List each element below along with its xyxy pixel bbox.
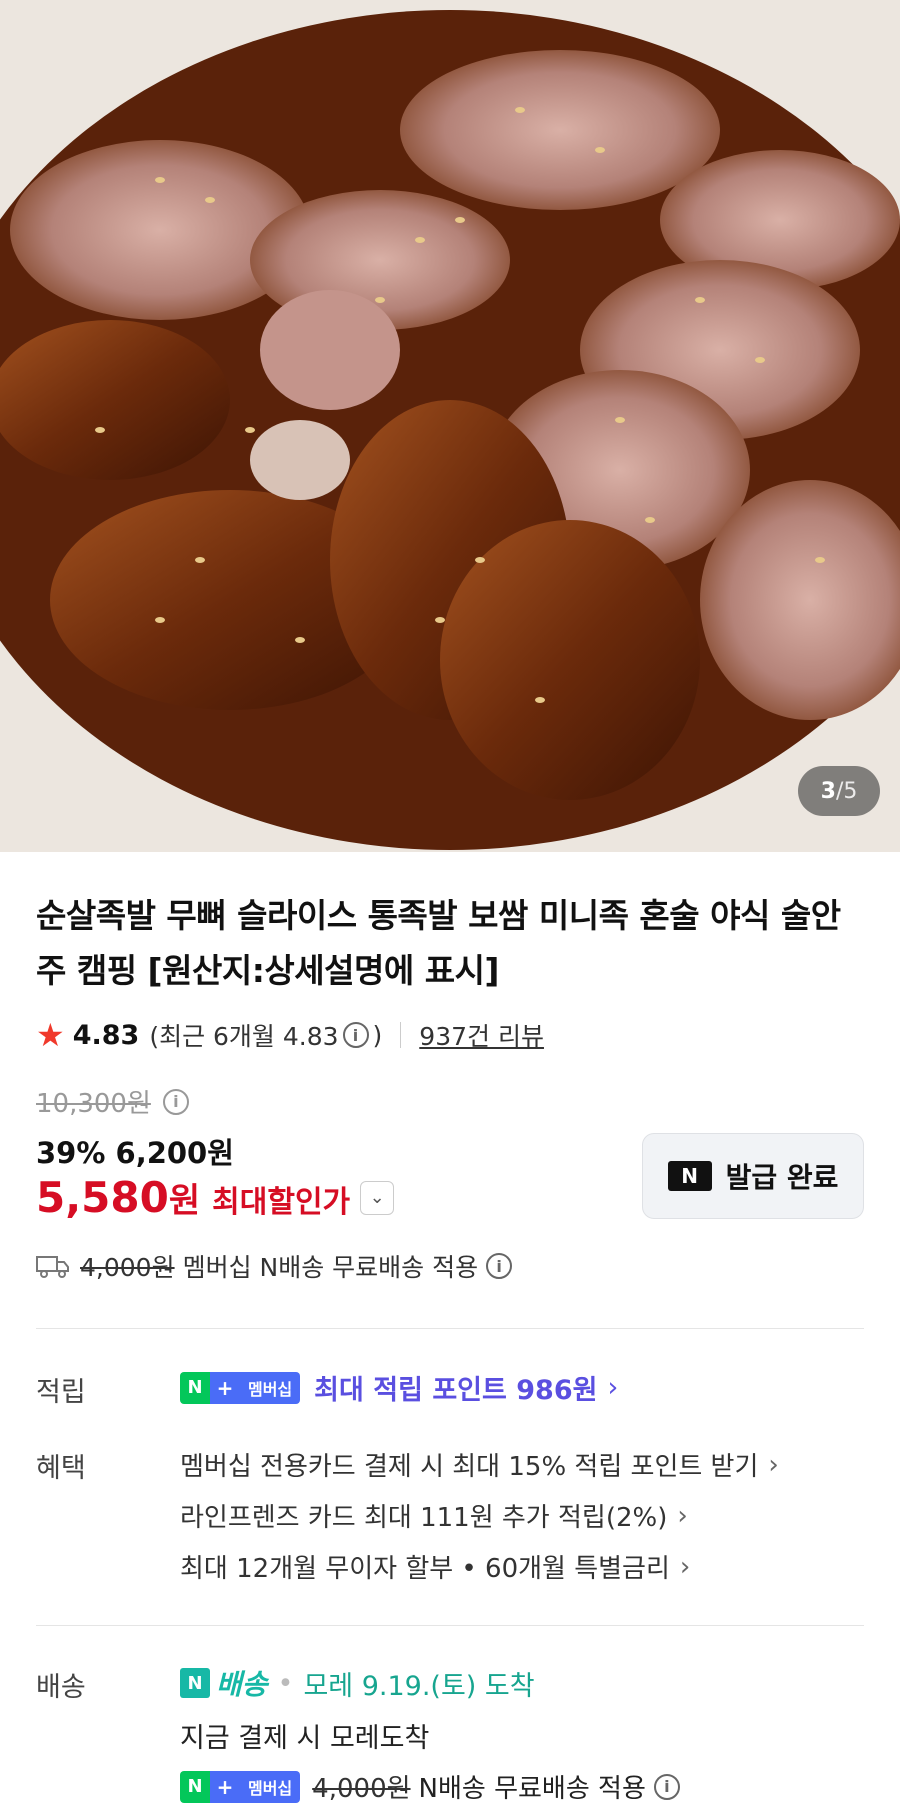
info-icon[interactable]: i <box>162 1088 189 1115</box>
image-counter: 3 / 5 <box>798 766 880 816</box>
benefit-text: 멤버십 전용카드 결제 시 최대 15% 적립 포인트 받기 <box>180 1452 759 1482</box>
image-counter-current: 3 <box>820 778 836 804</box>
membership-badge: N + 멤버십 <box>180 1371 301 1404</box>
truck-icon <box>36 1256 69 1278</box>
delivery-free-text: N배송 무료배송 적용 <box>418 1774 646 1804</box>
badge-plus: + <box>210 1371 240 1404</box>
chevron-down-icon[interactable]: ⌄ <box>360 1180 395 1215</box>
benefit-text: 라인프렌즈 카드 최대 111원 추가 적립(2%) <box>180 1503 668 1533</box>
shipping-row: 4,000원 멤버십 N배송 무료배송 적용 i <box>36 1248 516 1284</box>
star-icon: ★ <box>36 1016 65 1054</box>
image-counter-separator: / <box>835 778 844 804</box>
rating-row: ★ 4.83 (최근 6개월 4.83 i ) 937건 리뷰 <box>36 1015 544 1055</box>
benefits-label: 혜택 <box>36 1453 86 1484</box>
separator-dot: • <box>277 1667 294 1699</box>
benefit-item[interactable]: 최대 12개월 무이자 할부 • 60개월 특별금리 › <box>180 1548 690 1585</box>
original-price: 10,300원 <box>36 1089 151 1119</box>
delivery-fee-original: 4,000원 <box>312 1774 411 1804</box>
section-divider <box>36 1625 864 1626</box>
benefit-item[interactable]: 라인프렌즈 카드 최대 111원 추가 적립(2%) › <box>180 1497 688 1534</box>
final-price: 5,580 <box>36 1173 169 1222</box>
n-delivery-text: 배송 <box>216 1668 268 1701</box>
delivery-fee-row: N + 멤버십 4,000원 N배송 무료배송 적용 i <box>180 1768 684 1805</box>
chevron-right-icon: › <box>768 1449 779 1480</box>
delivery-label: 배송 <box>36 1672 86 1703</box>
accrual-label: 적립 <box>36 1377 86 1408</box>
n-delivery-logo: N 배송 <box>180 1663 268 1703</box>
max-discount-label: 최대할인가 <box>212 1185 351 1220</box>
info-icon[interactable]: i <box>486 1253 513 1279</box>
chevron-right-icon: › <box>679 1551 691 1582</box>
shipping-text: 멤버십 N배송 무료배송 적용 <box>182 1253 479 1282</box>
original-price-row: 10,300원 i <box>36 1083 193 1120</box>
image-counter-total: 5 <box>843 778 858 804</box>
section-divider <box>36 1328 864 1329</box>
coupon-issued-button[interactable]: N 발급 완료 <box>642 1133 864 1219</box>
benefit-text: 최대 12개월 무이자 할부 • 60개월 특별금리 <box>180 1554 670 1584</box>
recent-rating-close: ) <box>372 1020 383 1050</box>
shipping-fee-original: 4,000원 <box>80 1253 175 1282</box>
max-points-link[interactable]: N + 멤버십 최대 적립 포인트 986원 › <box>180 1368 618 1407</box>
food-photo <box>0 0 900 852</box>
product-image[interactable]: 3 / 5 <box>0 0 900 852</box>
product-title: 순살족발 무뼈 슬라이스 통족발 보쌈 미니족 혼술 야식 술안주 캠핑 [원산… <box>36 896 841 990</box>
coupon-button-label: 발급 완료 <box>725 1161 839 1194</box>
rating-score: 4.83 <box>72 1019 140 1051</box>
final-price-unit: 원 <box>168 1181 201 1221</box>
n-logo-icon: N <box>667 1161 712 1191</box>
final-price-row: 5,580 원 최대할인가 ⌄ <box>36 1173 395 1222</box>
review-count-link[interactable]: 937건 리뷰 <box>419 1017 544 1053</box>
recent-rating: (최근 6개월 4.83 <box>149 1022 339 1051</box>
info-icon[interactable]: i <box>653 1773 680 1800</box>
divider <box>400 1022 402 1048</box>
badge-plus: + <box>210 1770 240 1803</box>
discount-price: 39% 6,200원 <box>36 1136 234 1170</box>
membership-badge: N + 멤버십 <box>180 1770 301 1803</box>
badge-n: N <box>180 1371 210 1404</box>
arrival-date: 모레 9.19.(토) 도착 <box>303 1670 535 1702</box>
max-points-text: 최대 적립 포인트 986원 <box>314 1375 598 1406</box>
badge-text: 멤버십 <box>240 1770 301 1803</box>
chevron-right-icon: › <box>607 1372 619 1403</box>
chevron-right-icon: › <box>677 1500 688 1531</box>
benefit-item[interactable]: 멤버십 전용카드 결제 시 최대 15% 적립 포인트 받기 › <box>180 1446 779 1483</box>
n-delivery-icon: N <box>180 1668 210 1698</box>
badge-n: N <box>180 1770 210 1803</box>
info-icon[interactable]: i <box>342 1022 369 1048</box>
delivery-row: N 배송 • 모레 9.19.(토) 도착 <box>180 1663 535 1703</box>
delivery-note: 지금 결제 시 모레도착 <box>180 1723 430 1754</box>
badge-text: 멤버십 <box>240 1371 301 1404</box>
